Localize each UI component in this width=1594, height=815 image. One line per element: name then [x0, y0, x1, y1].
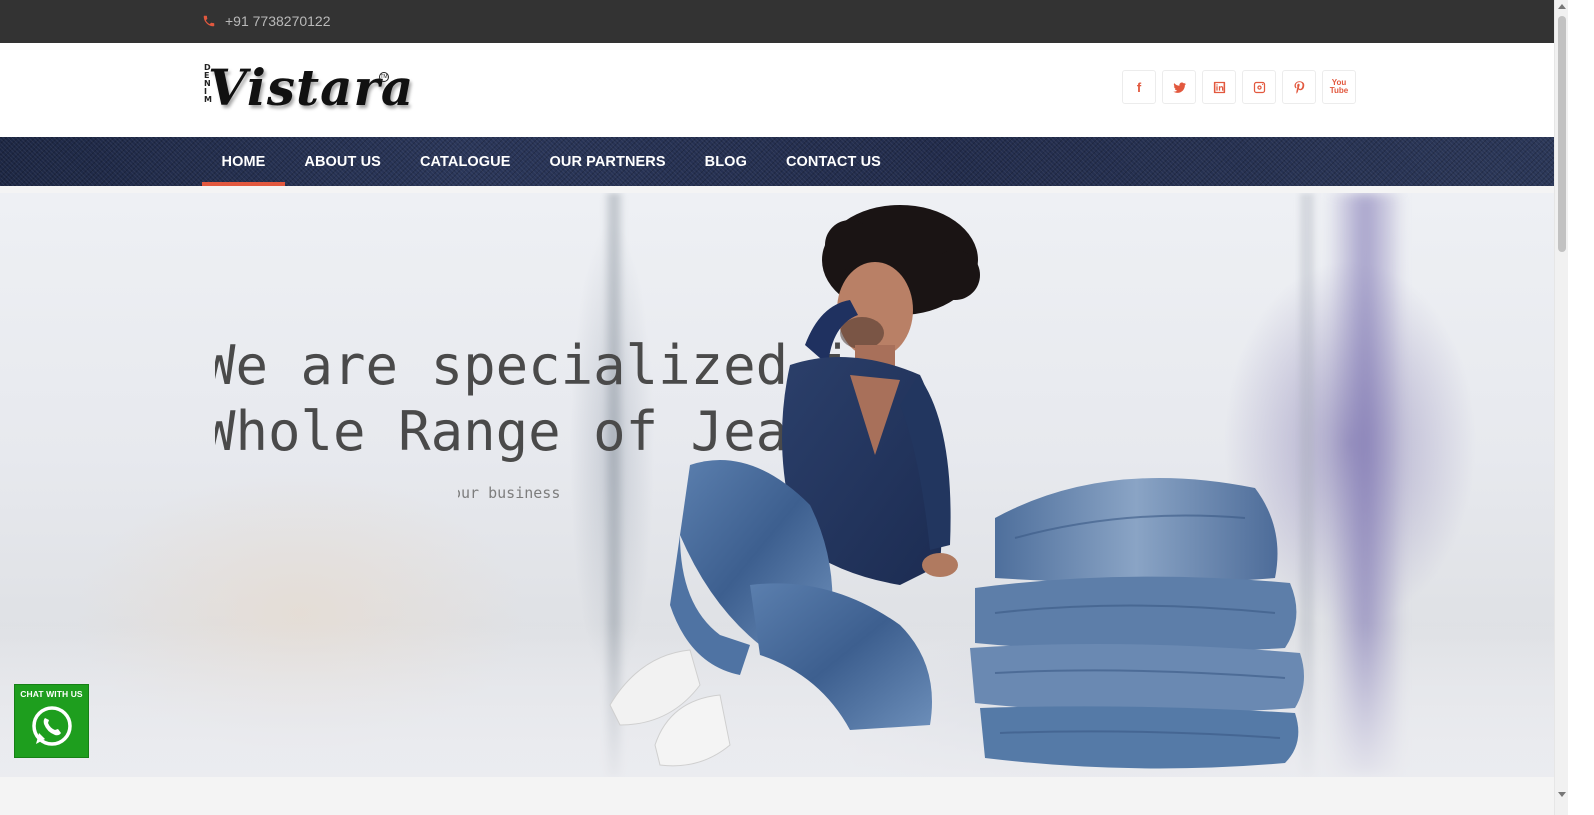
logo-tm-mark: TM	[379, 72, 389, 82]
pinterest-icon	[1294, 80, 1304, 94]
whatsapp-chat-button[interactable]: CHAT WITH US	[14, 684, 89, 758]
jeans-stack-image	[970, 478, 1304, 769]
contact-phone[interactable]: +91 7738270122	[202, 13, 331, 29]
twitter-link[interactable]	[1162, 70, 1196, 104]
scroll-down-arrow-icon[interactable]	[1558, 792, 1566, 797]
whatsapp-chat-label: CHAT WITH US	[20, 689, 83, 699]
hero-slider: We are specialized in Whole Range of Jea…	[0, 193, 1554, 777]
linkedin-link[interactable]	[1202, 70, 1236, 104]
social-links: f You Tube	[1122, 70, 1356, 104]
youtube-link[interactable]: You Tube	[1322, 70, 1356, 104]
window-edge	[1568, 0, 1594, 815]
nav-item-home[interactable]: HOME	[202, 137, 285, 186]
nav-item-blog[interactable]: BLOG	[685, 137, 766, 186]
whatsapp-icon	[31, 706, 72, 746]
site-header: DENIM Vistara TM f You Tube	[0, 43, 1554, 137]
main-navigation: HOME ABOUT US CATALOGUE OUR PARTNERS BLO…	[0, 137, 1554, 186]
scrollbar-thumb[interactable]	[1558, 16, 1566, 252]
linkedin-icon	[1213, 81, 1225, 93]
top-bar: +91 7738270122	[0, 0, 1554, 43]
hero-subtitle-text: our business	[458, 484, 561, 502]
logo-wordmark: Vistara	[208, 58, 415, 117]
page-scrollbar[interactable]	[1554, 0, 1568, 815]
phone-icon	[203, 15, 215, 27]
nav-item-about-us[interactable]: ABOUT US	[285, 137, 401, 186]
site-logo[interactable]: DENIM Vistara TM	[202, 58, 413, 122]
nav-item-catalogue[interactable]: CATALOGUE	[400, 137, 530, 186]
model-in-denim-image	[609, 205, 980, 767]
nav-item-contact-us[interactable]: CONTACT US	[766, 137, 900, 186]
youtube-icon: You Tube	[1329, 78, 1349, 95]
pinterest-link[interactable]	[1282, 70, 1316, 104]
instagram-icon	[1253, 81, 1265, 93]
hero-subtitle: our business	[458, 484, 578, 502]
nav-item-our-partners[interactable]: OUR PARTNERS	[530, 137, 685, 186]
instagram-link[interactable]	[1242, 70, 1276, 104]
twitter-icon	[1172, 82, 1186, 93]
phone-number: +91 7738270122	[225, 13, 331, 29]
facebook-link[interactable]: f	[1122, 70, 1156, 104]
nav-menu: HOME ABOUT US CATALOGUE OUR PARTNERS BLO…	[202, 137, 900, 186]
scroll-up-arrow-icon[interactable]	[1558, 4, 1566, 9]
facebook-icon: f	[1136, 79, 1142, 95]
